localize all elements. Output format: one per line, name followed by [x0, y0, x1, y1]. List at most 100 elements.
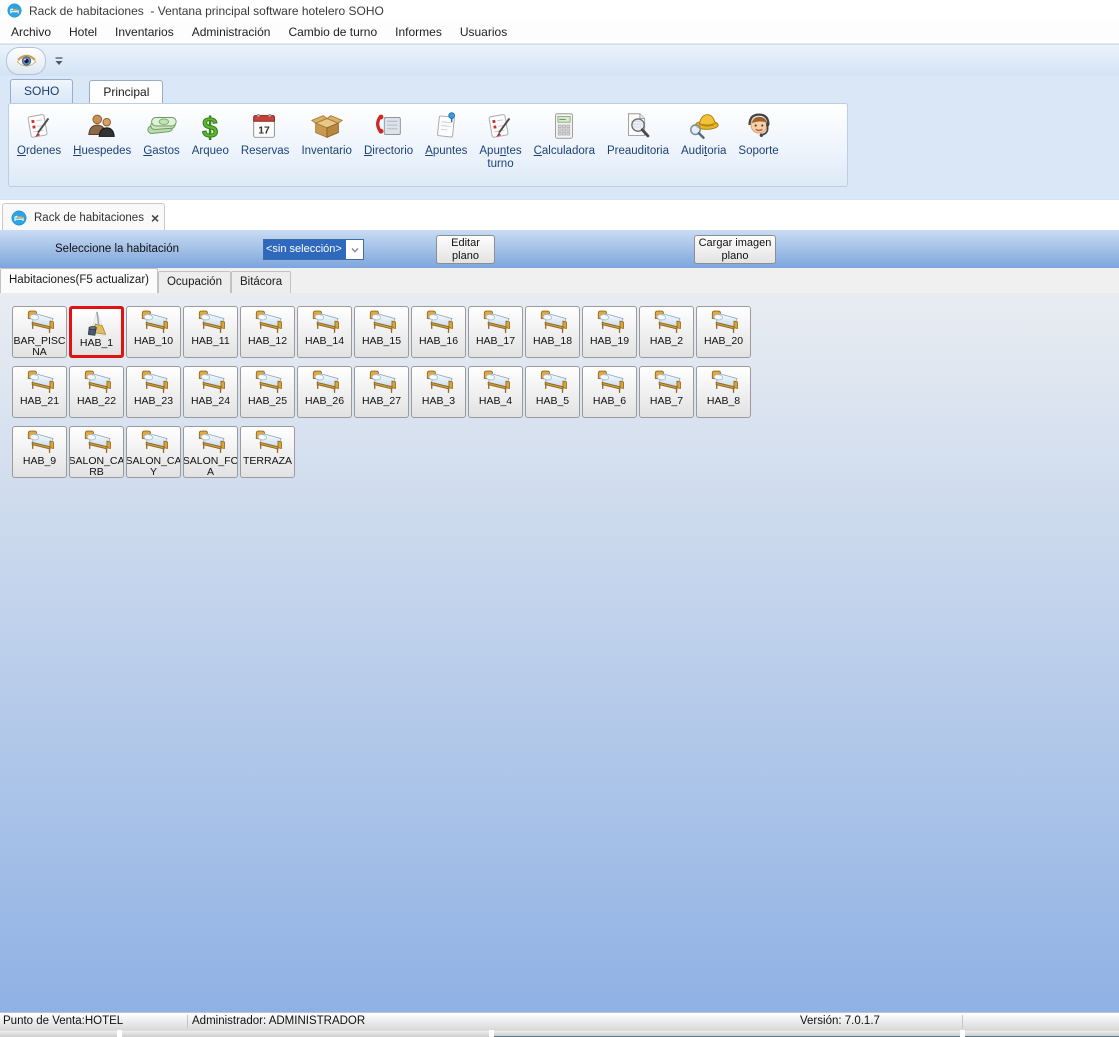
menu-item-inventarios[interactable]: Inventarios	[106, 22, 183, 42]
room-label: HAB_10	[134, 336, 173, 347]
room-label: HAB_25	[248, 396, 287, 407]
room-select-combobox[interactable]: <sin selección>	[263, 239, 364, 260]
bed-icon	[704, 309, 744, 335]
room-button-hab-11[interactable]: HAB_11	[183, 306, 238, 358]
room-button-hab-12[interactable]: HAB_12	[240, 306, 295, 358]
tab-habitaciones-f5-actualizar[interactable]: Habitaciones(F5 actualizar)	[0, 268, 158, 293]
room-toolbar: Seleccione la habitación <sin selección>…	[0, 230, 1119, 268]
room-button-hab-6[interactable]: HAB_6	[582, 366, 637, 418]
menu-item-administraci-n[interactable]: Administración	[183, 22, 280, 42]
room-button-hab-14[interactable]: HAB_14	[297, 306, 352, 358]
room-button-hab-21[interactable]: HAB_21	[12, 366, 67, 418]
ribbon-button-inventario[interactable]: Inventario	[295, 110, 358, 158]
room-button-hab-8[interactable]: HAB_8	[696, 366, 751, 418]
room-label: TERRAZA	[243, 456, 292, 467]
ribbon-button-reservas[interactable]: Reservas	[235, 110, 296, 158]
menu-item-hotel[interactable]: Hotel	[60, 22, 106, 42]
ribbon-button-preauditoria[interactable]: Preauditoria	[601, 110, 675, 158]
room-label: HAB_11	[191, 336, 229, 347]
close-icon[interactable]: ×	[151, 211, 159, 225]
ribbon-body: OrdenesHuespedesGastosArqueoReservasInve…	[0, 103, 1119, 200]
room-button-hab-27[interactable]: HAB_27	[354, 366, 409, 418]
room-button-hab-19[interactable]: HAB_19	[582, 306, 637, 358]
menu-item-cambio-de-turno[interactable]: Cambio de turno	[279, 22, 386, 42]
bed-icon	[191, 369, 231, 395]
room-button-hab-5[interactable]: HAB_5	[525, 366, 580, 418]
edit-plan-button[interactable]: Editar plano	[436, 235, 495, 264]
ribbon-tab-principal[interactable]: Principal	[89, 80, 163, 104]
status-point-of-sale: Punto de Venta:HOTEL	[3, 1015, 123, 1027]
room-button-terraza[interactable]: TERRAZA	[240, 426, 295, 478]
ribbon-button-calculadora[interactable]: Calculadora	[528, 110, 601, 158]
ribbon-button-apuntes-turno[interactable]: Apuntesturno	[473, 110, 527, 171]
bed-icon	[476, 309, 516, 335]
room-button-hab-24[interactable]: HAB_24	[183, 366, 238, 418]
bed-icon	[248, 429, 288, 455]
calendar-icon	[248, 110, 282, 142]
menu-item-archivo[interactable]: Archivo	[2, 22, 60, 42]
load-plan-image-button[interactable]: Cargar imagen plano	[694, 235, 776, 264]
room-button-hab-22[interactable]: HAB_22	[69, 366, 124, 418]
ribbon-button-directorio[interactable]: Directorio	[358, 110, 419, 158]
phonebook-icon	[372, 110, 406, 142]
room-button-hab-7[interactable]: HAB_7	[639, 366, 694, 418]
room-button-hab-25[interactable]: HAB_25	[240, 366, 295, 418]
room-label: SALON_CA Y	[126, 456, 181, 478]
room-label: HAB_26	[305, 396, 344, 407]
room-button-hab-18[interactable]: HAB_18	[525, 306, 580, 358]
room-label: HAB_6	[593, 396, 626, 407]
document-tab-rack[interactable]: Rack de habitaciones ×	[2, 203, 165, 231]
menu-item-usuarios[interactable]: Usuarios	[451, 22, 516, 42]
room-button-hab-16[interactable]: HAB_16	[411, 306, 466, 358]
bed-icon	[191, 429, 231, 455]
ribbon-button-ordenes[interactable]: Ordenes	[11, 110, 67, 158]
room-button-hab-26[interactable]: HAB_26	[297, 366, 352, 418]
room-button-salon-fc-a[interactable]: SALON_FC A	[183, 426, 238, 478]
ribbon-button-arqueo[interactable]: Arqueo	[186, 110, 235, 158]
tab-ocupaci-n[interactable]: Ocupación	[158, 271, 231, 293]
bed-icon	[191, 309, 231, 335]
ribbon-tab-soho[interactable]: SOHO	[10, 79, 73, 103]
menubar: ArchivoHotelInventariosAdministraciónCam…	[0, 21, 1119, 44]
ribbon-button-apuntes[interactable]: Apuntes	[419, 110, 473, 158]
room-button-hab-9[interactable]: HAB_9	[12, 426, 67, 478]
room-button-hab-3[interactable]: HAB_3	[411, 366, 466, 418]
caret-down-icon[interactable]	[53, 55, 65, 67]
room-button-salon-ca-rb[interactable]: SALON_CA RB	[69, 426, 124, 478]
ribbon-group: OrdenesHuespedesGastosArqueoReservasInve…	[8, 103, 848, 187]
combobox-selected-value: <sin selección>	[264, 240, 346, 259]
hat-magnifier-icon	[687, 110, 721, 142]
ribbon-button-huespedes[interactable]: Huespedes	[67, 110, 137, 158]
bed-icon	[419, 309, 459, 335]
room-button-hab-17[interactable]: HAB_17	[468, 306, 523, 358]
room-grid: BAR_PISC NAHAB_1 HAB_10 HAB_11 HAB_12 HAB_14…	[12, 306, 753, 478]
ribbon-button-gastos[interactable]: Gastos	[137, 110, 185, 158]
view-tabs: Habitaciones(F5 actualizar)OcupaciónBitá…	[0, 268, 1119, 293]
bed-icon	[20, 309, 60, 335]
menu-item-informes[interactable]: Informes	[386, 22, 451, 42]
room-button-hab-4[interactable]: HAB_4	[468, 366, 523, 418]
room-button-hab-10[interactable]: HAB_10	[126, 306, 181, 358]
combobox-dropdown-button[interactable]	[346, 240, 363, 259]
statusbar-divider	[187, 1015, 188, 1028]
room-button-salon-ca-y[interactable]: SALON_CA Y	[126, 426, 181, 478]
room-label: HAB_27	[362, 396, 401, 407]
room-button-hab-20[interactable]: HAB_20	[696, 306, 751, 358]
eye-button[interactable]	[6, 47, 46, 75]
app-window: Rack de habitaciones - Ventana principal…	[0, 0, 1119, 1037]
tab-bit-cora[interactable]: Bitácora	[231, 271, 291, 293]
room-button-hab-23[interactable]: HAB_23	[126, 366, 181, 418]
ribbon-button-soporte[interactable]: Soporte	[732, 110, 784, 158]
ribbon-button-label: Auditoria	[681, 145, 726, 158]
room-button-hab-1[interactable]: HAB_1	[69, 306, 124, 358]
room-button-hab-2[interactable]: HAB_2	[639, 306, 694, 358]
document-tab-strip: Rack de habitaciones ×	[0, 199, 1119, 231]
room-button-bar-pisc-na[interactable]: BAR_PISC NA	[12, 306, 67, 358]
bed-icon	[704, 369, 744, 395]
statusbar-divider	[962, 1015, 963, 1028]
calculator-icon	[547, 110, 581, 142]
ribbon-button-auditoria[interactable]: Auditoria	[675, 110, 732, 158]
doc-magnifier-icon	[621, 110, 655, 142]
room-button-hab-15[interactable]: HAB_15	[354, 306, 409, 358]
room-label: HAB_12	[248, 336, 287, 347]
